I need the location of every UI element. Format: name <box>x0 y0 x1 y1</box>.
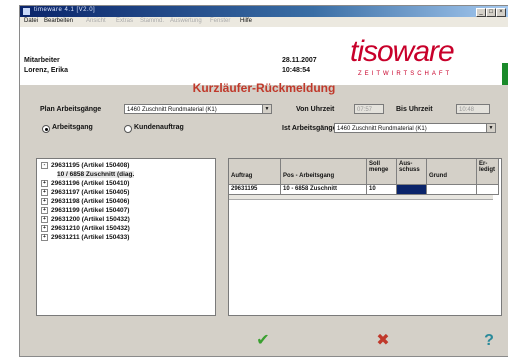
expand-icon[interactable]: + <box>41 234 48 241</box>
table-header[interactable]: Soll menge <box>367 159 397 185</box>
order-table[interactable]: Auftrag Pos - Arbeitsgang Soll menge Aus… <box>228 158 502 316</box>
title-bar: timeware 4.1 [V2.0] _ □ × <box>20 6 508 17</box>
expand-icon[interactable]: + <box>41 198 48 205</box>
employee-name: Lorenz, Erika <box>24 67 68 74</box>
plan-dropdown[interactable]: 1460 Zuschnitt Rundmaterial (K1) ▼ <box>124 104 272 114</box>
bis-label: Bis Uhrzeit <box>396 106 433 113</box>
menu-item-stammdaten[interactable]: Stammd. <box>140 18 164 24</box>
table-cell[interactable] <box>477 185 499 195</box>
expand-icon[interactable]: + <box>41 207 48 214</box>
time-display: 10:48:54 <box>282 67 311 74</box>
collapse-icon[interactable]: - <box>41 162 48 169</box>
tree-node-label: 29631195 (Artikel 150408) <box>51 162 130 170</box>
ok-check-icon[interactable]: ✔ <box>250 330 276 352</box>
tree-node-selected[interactable]: 10 / 6858 Zuschnitt (diag. <box>57 171 135 178</box>
radio-kundenauftrag-label: Kundenauftrag <box>134 124 184 131</box>
tree-node[interactable]: +29631200 (Artikel 150432) <box>41 216 130 223</box>
close-button[interactable]: × <box>496 8 506 17</box>
table-header[interactable]: Pos - Arbeitsgang <box>281 159 367 185</box>
chevron-down-icon[interactable]: ▼ <box>486 124 495 132</box>
tree-node[interactable]: +29631199 (Artikel 150407) <box>41 207 129 214</box>
expand-icon[interactable]: + <box>41 189 48 196</box>
tree-node[interactable]: +29631197 (Artikel 150405) <box>41 189 129 196</box>
menu-item-hilfe[interactable]: Hilfe <box>240 18 252 24</box>
table-cell[interactable] <box>427 185 477 195</box>
button-bar: ✔ ✖ ? <box>230 326 508 356</box>
table-header[interactable]: Auftrag <box>229 159 281 185</box>
tree-node[interactable]: -29631195 (Artikel 150408) <box>41 162 129 169</box>
chevron-down-icon[interactable]: ▼ <box>262 105 271 113</box>
ist-value: 1460 Zuschnitt Rundmaterial (K1) <box>337 126 427 132</box>
tree-node[interactable]: +29631210 (Artikel 150432) <box>41 225 130 232</box>
plan-label: Plan Arbeitsgänge <box>40 106 102 113</box>
table-cell[interactable]: 10 - 6858 Zuschnitt <box>281 185 367 195</box>
menu-item-ansicht[interactable]: Ansicht <box>86 18 106 24</box>
ist-label: Ist Arbeitsgänge <box>282 125 337 132</box>
header-panel: Mitarbeiter Lorenz, Erika 28.11.2007 10:… <box>20 27 508 85</box>
tree-node-label: 29631211 (Artikel 150433) <box>51 234 130 242</box>
tree-node[interactable]: +29631198 (Artikel 150406) <box>41 198 129 205</box>
von-label: Von Uhrzeit <box>296 106 335 113</box>
tree-node[interactable]: +29631196 (Artikel 150410) <box>41 180 129 187</box>
logo-subtitle: ZEITWIRTSCHAFT <box>358 71 453 77</box>
radio-arbeitsgang[interactable] <box>42 125 50 133</box>
table-cell[interactable]: 29631195 <box>229 185 281 195</box>
horizontal-scrollbar[interactable] <box>229 195 493 200</box>
table-cell[interactable]: 10 <box>367 185 397 195</box>
table-header[interactable]: Grund <box>427 159 477 185</box>
order-tree[interactable]: -29631195 (Artikel 150408) 10 / 6858 Zus… <box>36 158 216 316</box>
tree-node[interactable]: +29631211 (Artikel 150433) <box>41 234 129 241</box>
tree-node-label: 29631197 (Artikel 150405) <box>51 189 130 197</box>
expand-icon[interactable]: + <box>41 225 48 232</box>
menu-item-bearbeiten[interactable]: Bearbeiten <box>44 18 73 24</box>
tree-node-label: 29631198 (Artikel 150406) <box>51 198 130 206</box>
tisoware-logo: tisoware <box>350 35 455 68</box>
cancel-x-icon[interactable]: ✖ <box>370 330 396 352</box>
application-window: timeware 4.1 [V2.0] _ □ × Datei Bearbeit… <box>20 6 508 356</box>
menu-item-datei[interactable]: Datei <box>24 18 38 24</box>
von-field: 07:57 <box>354 104 384 114</box>
employee-label: Mitarbeiter <box>24 57 60 64</box>
help-icon[interactable]: ? <box>476 330 502 352</box>
tree-node-label: 10 / 6858 Zuschnitt (diag. <box>57 171 135 178</box>
menu-item-auswertung[interactable]: Auswertung <box>170 18 202 24</box>
page-title: Kurzläufer-Rückmeldung <box>192 81 336 95</box>
expand-icon[interactable]: + <box>41 216 48 223</box>
app-icon <box>23 8 30 15</box>
plan-value: 1460 Zuschnitt Rundmaterial (K1) <box>127 107 217 113</box>
menu-item-fenster[interactable]: Fenster <box>210 18 230 24</box>
menu-item-extras[interactable]: Extras <box>116 18 133 24</box>
tree-node-label: 29631200 (Artikel 150432) <box>51 216 130 224</box>
bis-field: 10:48 <box>456 104 490 114</box>
table-header[interactable]: Aus- schuss <box>397 159 427 185</box>
maximize-button[interactable]: □ <box>486 8 496 17</box>
radio-arbeitsgang-label: Arbeitsgang <box>52 124 93 131</box>
ist-dropdown[interactable]: 1460 Zuschnitt Rundmaterial (K1) ▼ <box>334 123 496 133</box>
radio-kundenauftrag[interactable] <box>124 125 132 133</box>
minimize-button[interactable]: _ <box>476 8 486 17</box>
tree-node-label: 29631210 (Artikel 150432) <box>51 225 130 233</box>
window-title: timeware 4.1 [V2.0] <box>34 7 96 13</box>
expand-icon[interactable]: + <box>41 180 48 187</box>
tree-node-label: 29631196 (Artikel 150410) <box>51 180 130 188</box>
table-cell-active[interactable] <box>397 185 427 195</box>
table-header[interactable]: Er- ledigt <box>477 159 499 185</box>
tree-node-label: 29631199 (Artikel 150407) <box>51 207 130 215</box>
date-display: 28.11.2007 <box>282 57 317 64</box>
